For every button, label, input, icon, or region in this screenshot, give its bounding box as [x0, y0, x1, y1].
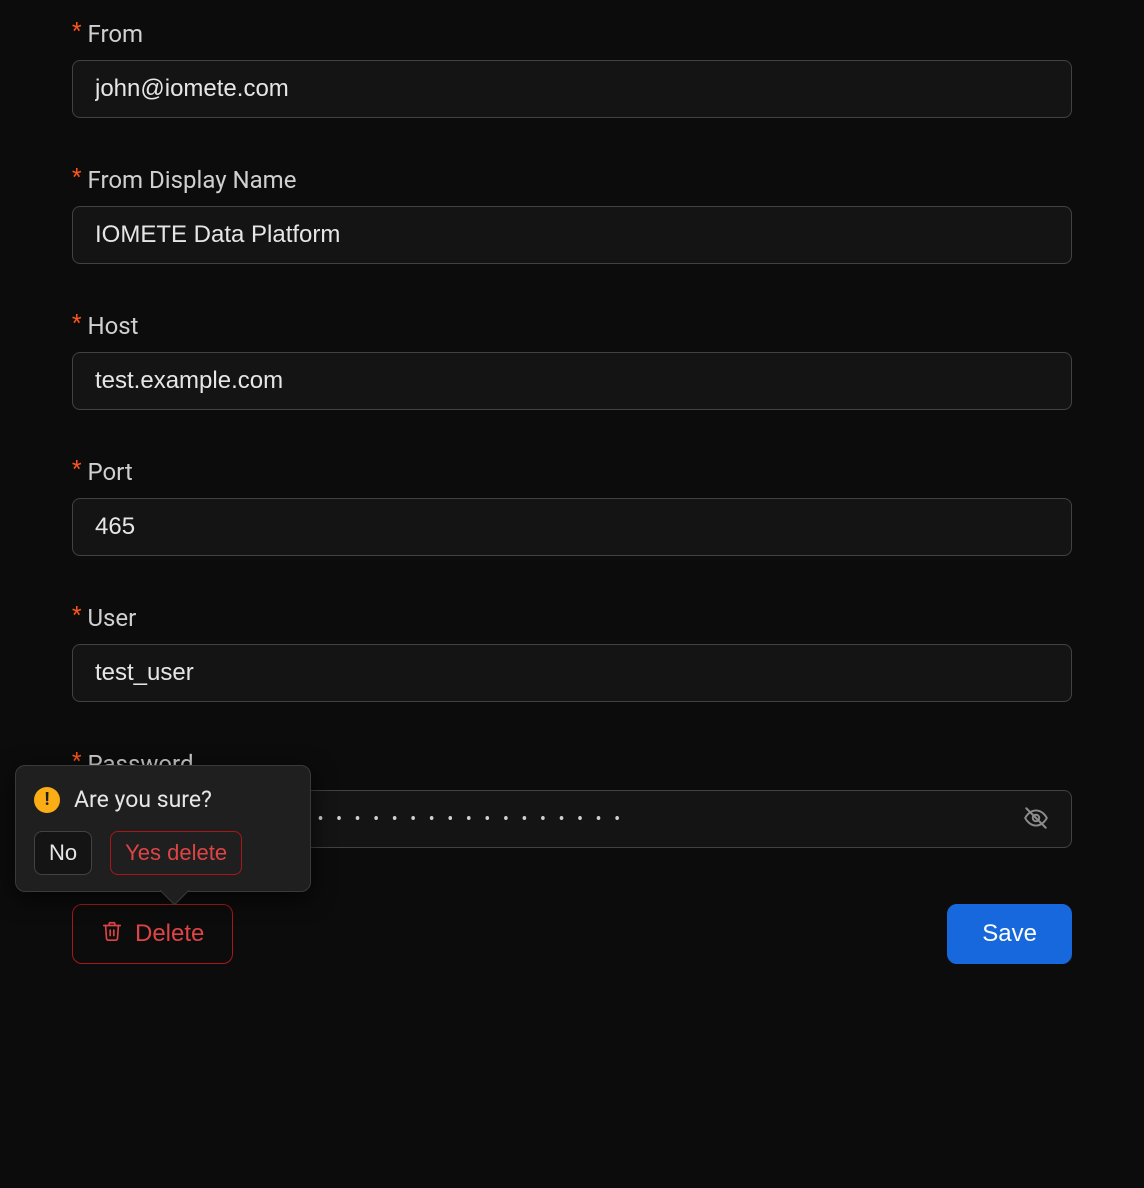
from-display-name-label-row: * From Display Name — [72, 166, 1072, 194]
user-label: User — [87, 604, 136, 632]
save-button-label: Save — [982, 920, 1037, 948]
user-label-row: * User — [72, 604, 1072, 632]
warning-icon: ! — [34, 787, 60, 813]
from-display-name-input[interactable] — [72, 206, 1072, 264]
popover-title: Are you sure? — [74, 786, 212, 813]
port-label: Port — [87, 458, 132, 486]
user-input[interactable] — [72, 644, 1072, 702]
required-marker: * — [72, 167, 81, 189]
host-label-row: * Host — [72, 312, 1072, 340]
confirm-no-button[interactable]: No — [34, 831, 92, 875]
field-host: * Host — [72, 312, 1072, 410]
field-from-display-name: * From Display Name — [72, 166, 1072, 264]
required-marker: * — [72, 459, 81, 481]
port-label-row: * Port — [72, 458, 1072, 486]
form-footer: ! Are you sure? No Yes delete Delete — [72, 904, 1072, 964]
trash-icon — [101, 920, 123, 949]
delete-button[interactable]: Delete — [72, 904, 233, 964]
smtp-form: * From * From Display Name * Host * Port… — [0, 0, 1144, 1004]
host-label: Host — [87, 312, 138, 340]
field-from: * From — [72, 20, 1072, 118]
host-input[interactable] — [72, 352, 1072, 410]
from-label: From — [87, 20, 143, 48]
popover-actions: No Yes delete — [34, 831, 292, 875]
required-marker: * — [72, 313, 81, 335]
required-marker: * — [72, 605, 81, 627]
save-button[interactable]: Save — [947, 904, 1072, 964]
popover-header: ! Are you sure? — [34, 786, 292, 813]
delete-button-label: Delete — [135, 920, 204, 948]
confirm-yes-delete-button[interactable]: Yes delete — [110, 831, 242, 875]
port-input[interactable] — [72, 498, 1072, 556]
from-label-row: * From — [72, 20, 1072, 48]
eye-off-icon — [1023, 805, 1049, 834]
from-display-name-label: From Display Name — [87, 166, 296, 194]
required-marker: * — [72, 21, 81, 43]
toggle-password-visibility-button[interactable] — [1022, 805, 1050, 833]
field-port: * Port — [72, 458, 1072, 556]
from-input[interactable] — [72, 60, 1072, 118]
field-user: * User — [72, 604, 1072, 702]
confirm-delete-popover: ! Are you sure? No Yes delete — [15, 765, 311, 892]
